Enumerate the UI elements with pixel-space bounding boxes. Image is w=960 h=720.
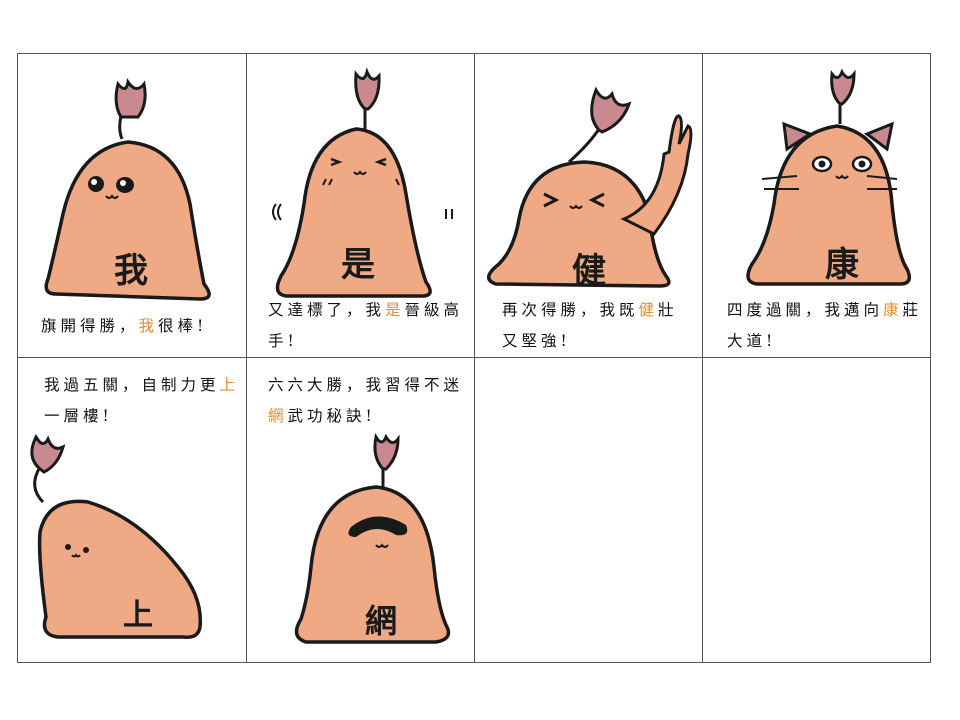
big-character: 網 [365,602,397,640]
mascot-sticker-5: 上 [30,433,203,640]
empty-cell [702,357,932,664]
big-character: 我 [114,251,148,291]
caption: 再次得勝，我既健壯又堅強! [502,301,678,350]
big-character: 上 [123,598,153,633]
table-grid: 我 旗開得勝，我很棒! 是 又達標了，我是晉級高手! 健 再次得勝，我既健壯又堅 [17,53,931,663]
big-character: 是 [341,245,375,285]
empty-cell [474,357,702,664]
big-character: 健 [572,251,606,291]
sticker-cell-1: 我 旗開得勝，我很棒! [18,54,246,357]
caption: 又達標了，我是晉級高手! [268,301,464,350]
big-character: 康 [825,245,859,285]
sticker-cell-3: 健 再次得勝，我既健壯又堅強! [474,54,702,357]
sticker-cell-5: 我過五關，自制力更上一層樓! 上 [18,357,246,664]
sticker-cell-4: 康 四度過關，我邁向康莊大道! [702,54,932,357]
caption: 旗開得勝，我很棒! [41,317,208,335]
mascot-sticker-6: 網 [294,432,451,644]
sticker-cell-6: 六六大勝，我習得不迷網武功秘訣! 網 [246,357,474,664]
sticker-cell-2: 是 又達標了，我是晉級高手! [246,54,474,357]
caption: 四度過關，我邁向康莊大道! [727,301,923,350]
